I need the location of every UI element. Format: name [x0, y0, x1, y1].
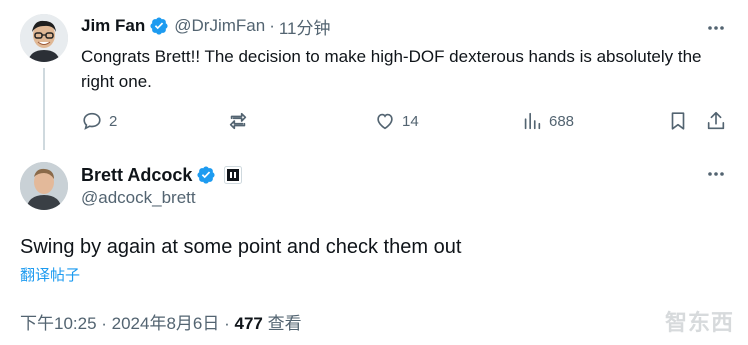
- share-icon: [707, 111, 725, 130]
- author-handle[interactable]: @adcock_brett: [81, 188, 196, 208]
- author-name[interactable]: Brett Adcock: [81, 165, 192, 186]
- tweet-author-row: Brett Adcock: [81, 162, 243, 188]
- more-options-icon[interactable]: [704, 16, 728, 40]
- tweet-meta-row: 下午10:25 · 2024年8月6日 · 477 查看: [20, 309, 302, 334]
- author-name[interactable]: Jim Fan: [81, 16, 145, 36]
- author-handle[interactable]: @DrJimFan: [174, 16, 265, 36]
- views-label: 查看: [262, 314, 302, 333]
- like-count: 14: [402, 112, 419, 130]
- view-count: 688: [549, 112, 575, 130]
- reply-count: 2: [109, 112, 118, 130]
- timestamp[interactable]: 11分钟: [279, 14, 331, 39]
- reply-button[interactable]: 2: [81, 108, 117, 134]
- bookmark-icon: [671, 112, 685, 130]
- heart-icon: [377, 113, 393, 130]
- verified-badge-icon[interactable]: [149, 16, 169, 36]
- avatar[interactable]: [20, 14, 68, 62]
- repost-icon: [229, 112, 247, 130]
- thread-connector-line: [43, 68, 45, 150]
- more-options-icon[interactable]: [704, 162, 728, 186]
- reply-text: Congrats Brett!! The decision to make hi…: [81, 47, 702, 91]
- like-button[interactable]: 14: [374, 108, 419, 134]
- views-button[interactable]: 688: [521, 108, 574, 134]
- tweet-timestamp[interactable]: 下午10:25 · 2024年8月6日 ·: [20, 314, 234, 333]
- repost-button[interactable]: [227, 108, 249, 134]
- separator-dot: ·: [269, 16, 275, 35]
- tweet-text: Swing by again at some point and check t…: [20, 236, 462, 258]
- affiliate-badge-icon[interactable]: [224, 166, 243, 184]
- translate-post-link[interactable]: 翻译帖子: [20, 264, 80, 285]
- share-button[interactable]: [705, 108, 727, 134]
- avatar[interactable]: [20, 162, 68, 210]
- analytics-icon: [524, 112, 541, 130]
- verified-badge-icon[interactable]: [196, 165, 216, 185]
- reply-author-row: Jim Fan @DrJimFan · 11分钟: [81, 14, 331, 38]
- comment-icon: [83, 112, 101, 130]
- bookmark-button[interactable]: [667, 108, 689, 134]
- watermark-logo: 智东西: [664, 310, 734, 335]
- reply-action-bar: 2 14 688: [81, 108, 731, 134]
- tweet-view-count: 477: [234, 314, 263, 333]
